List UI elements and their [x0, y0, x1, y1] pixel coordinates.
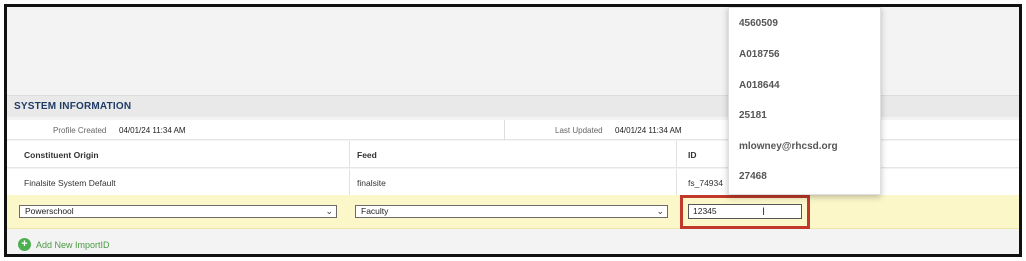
chevron-down-icon: ⌄ [325, 206, 333, 216]
origin-cell: Finalsite System Default [24, 178, 116, 188]
column-divider [349, 169, 350, 195]
constituent-origin-select[interactable]: Powerschool ⌄ [19, 205, 337, 218]
column-header-id: ID [688, 150, 697, 160]
last-updated-label: Last Updated [555, 126, 603, 135]
autocomplete-option[interactable]: A018756 [739, 49, 780, 60]
last-updated-value: 04/01/24 11:34 AM [615, 126, 682, 135]
feed-cell: finalsite [357, 178, 386, 188]
profile-created-label: Profile Created [53, 126, 107, 135]
autocomplete-option[interactable]: A018644 [739, 80, 780, 91]
id-input[interactable]: 12345 [688, 204, 802, 219]
screenshot-frame: SYSTEM INFORMATION Profile Created 04/01… [4, 4, 1022, 257]
plus-circle-icon[interactable]: + [18, 238, 31, 251]
autocomplete-option[interactable]: 27468 [739, 171, 767, 182]
column-divider [676, 169, 677, 195]
origin-select-value: Powerschool [25, 206, 74, 216]
feed-select-value: Faculty [361, 206, 389, 216]
add-row: + Add New ImportID [7, 230, 1019, 254]
profile-created-value: 04/01/24 11:34 AM [119, 126, 186, 135]
edit-row: Powerschool ⌄ Faculty ⌄ 12345 I [7, 195, 1019, 229]
autocomplete-option[interactable]: 25181 [739, 110, 767, 121]
feed-select[interactable]: Faculty ⌄ [355, 205, 668, 218]
column-divider [349, 141, 350, 167]
id-input-value: 12345 [693, 206, 717, 216]
text-cursor-icon: I [762, 206, 766, 218]
column-header-feed: Feed [357, 150, 377, 160]
divider [504, 120, 505, 140]
id-cell: fs_74934 [688, 178, 723, 188]
add-new-importid-link[interactable]: Add New ImportID [36, 240, 110, 250]
autocomplete-dropdown: 4560509 A018756 A018644 25181 mlowney@rh… [728, 7, 881, 195]
column-header-origin: Constituent Origin [24, 150, 99, 160]
autocomplete-option[interactable]: mlowney@rhcsd.org [739, 141, 838, 152]
autocomplete-option[interactable]: 4560509 [739, 18, 778, 29]
chevron-down-icon: ⌄ [656, 206, 664, 216]
column-divider [676, 141, 677, 167]
section-title: SYSTEM INFORMATION [14, 101, 132, 112]
